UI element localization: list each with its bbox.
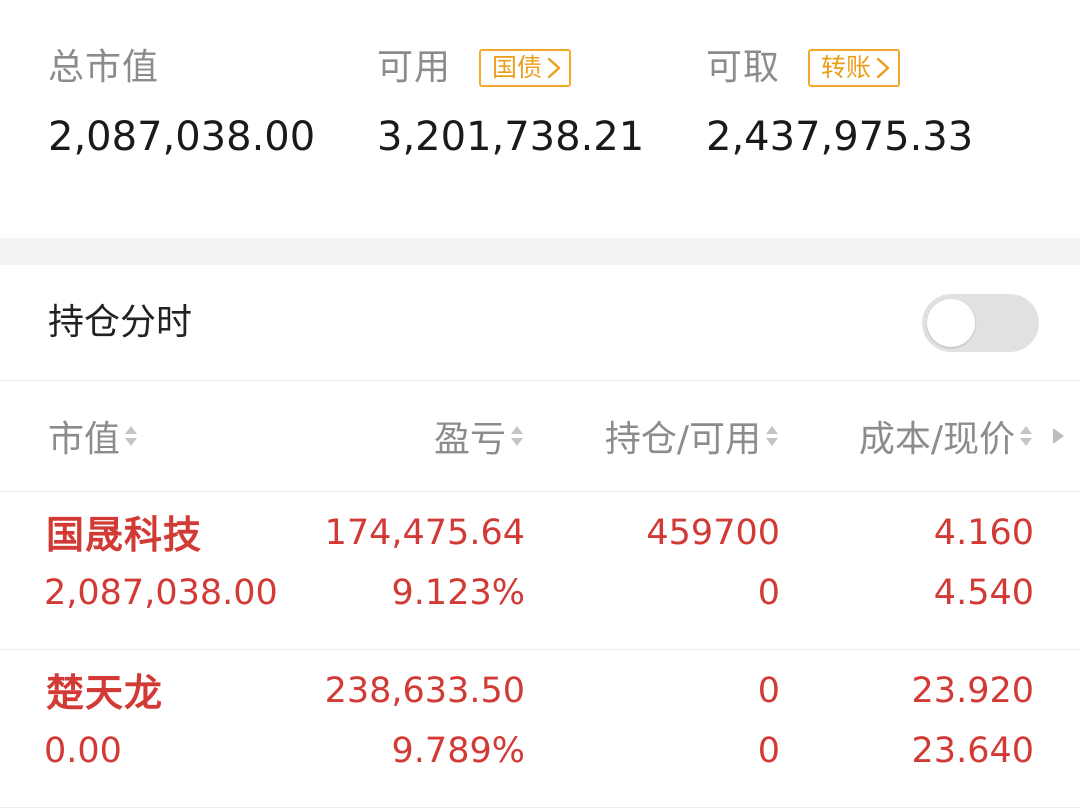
available-label: 可用: [377, 47, 452, 88]
available-quantity: 0: [757, 573, 780, 613]
positions-page: 总市值 2,087,038.00 可用 国债 3,201,738.21 可取 转: [0, 0, 1080, 810]
total-market-value-label-row: 总市值: [48, 45, 159, 91]
table-row[interactable]: 楚天龙 0.00 238,633.50 9.789% 0 0 23.920 23…: [0, 650, 1080, 808]
current-price: 23.640: [911, 731, 1034, 771]
header-cost-price-label: 成本/现价: [858, 419, 1015, 460]
withdrawable-label: 可取: [706, 47, 781, 88]
position-timeshare-label: 持仓分时: [48, 302, 193, 343]
chevron-right-icon: [547, 57, 561, 79]
sort-holding-header[interactable]: 持仓/可用: [605, 411, 780, 461]
stock-market-value: 2,087,038.00: [44, 573, 278, 613]
holding-quantity: 459700: [646, 513, 780, 553]
sort-cost-price-header[interactable]: 成本/现价: [859, 411, 1034, 461]
header-holding-label: 持仓/可用: [604, 419, 761, 460]
stock-name: 楚天龙: [46, 671, 164, 715]
sort-profit-header[interactable]: 盈亏: [434, 411, 525, 461]
cost-price: 23.920: [911, 671, 1034, 711]
sort-updown-icon: [125, 426, 138, 446]
withdrawable-label-row: 可取 转账: [706, 45, 901, 91]
cost-price: 4.160: [933, 513, 1034, 553]
section-divider: [0, 238, 1080, 265]
withdrawable-funds-value: 2,437,975.33: [706, 114, 974, 160]
toggle-knob: [927, 299, 975, 347]
available-funds-value: 3,201,738.21: [377, 114, 645, 160]
transfer-button[interactable]: 转账: [808, 49, 901, 87]
available-quantity: 0: [757, 731, 780, 771]
position-timeshare-toggle[interactable]: [922, 294, 1039, 352]
current-price: 4.540: [933, 573, 1034, 613]
sort-updown-icon: [511, 426, 523, 446]
triangle-right-icon[interactable]: [1050, 427, 1066, 445]
total-market-value: 2,087,038.00: [48, 114, 316, 160]
profit-percent: 9.123%: [391, 573, 525, 613]
treasury-bond-button[interactable]: 国债: [479, 49, 572, 87]
sort-market-value-header[interactable]: 市值: [48, 411, 139, 461]
position-timeshare-row: 持仓分时: [0, 265, 1080, 381]
treasury-bond-button-label: 国债: [492, 53, 543, 82]
chevron-right-icon: [876, 57, 890, 79]
holding-quantity: 0: [757, 671, 780, 711]
table-row[interactable]: 国晟科技 2,087,038.00 174,475.64 9.123% 4597…: [0, 492, 1080, 650]
stock-market-value: 0.00: [44, 731, 122, 771]
stock-name: 国晟科技: [46, 513, 203, 557]
sort-updown-icon: [766, 426, 778, 446]
transfer-button-label: 转账: [821, 53, 872, 82]
profit-amount: 174,475.64: [324, 513, 525, 553]
header-market-value-label: 市值: [48, 419, 121, 460]
total-market-value-label: 总市值: [48, 47, 160, 88]
header-profit-label: 盈亏: [433, 419, 506, 460]
positions-table-header: 市值 盈亏 持仓/可用 成本/现价: [0, 381, 1080, 492]
available-label-row: 可用 国债: [377, 45, 572, 91]
sort-updown-icon: [1020, 426, 1032, 446]
profit-amount: 238,633.50: [324, 671, 525, 711]
profit-percent: 9.789%: [391, 731, 525, 771]
account-summary: 总市值 2,087,038.00 可用 国债 3,201,738.21 可取 转: [0, 0, 1080, 238]
